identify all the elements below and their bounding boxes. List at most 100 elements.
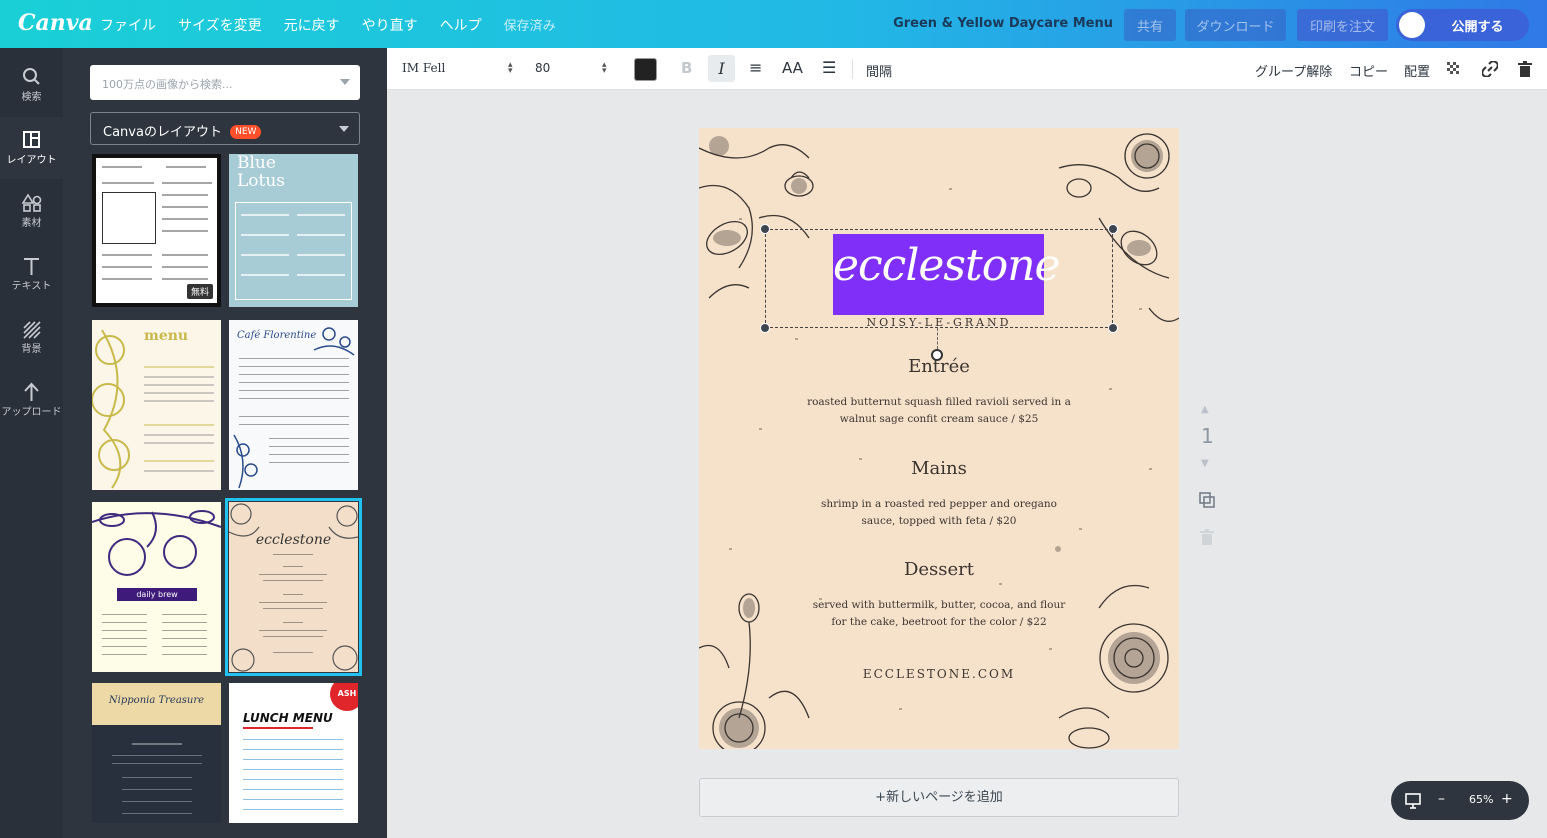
floral-illustration — [92, 329, 130, 489]
section-heading-mains[interactable]: Mains — [699, 458, 1179, 479]
layout-thumb-cafe-florentine[interactable]: Café Florentine — [229, 320, 358, 490]
text-color-swatch[interactable] — [634, 58, 657, 81]
save-status: 保存済み — [503, 19, 556, 34]
publish-button[interactable]: 公開する — [1396, 9, 1529, 41]
font-family-select[interactable]: IM Fell — [402, 61, 445, 75]
toolbar-divider — [852, 59, 853, 79]
left-rail: 検索 レイアウト 素材 テキスト 背景 アップロード — [0, 48, 63, 838]
page-up-icon[interactable]: ▲ — [1201, 404, 1209, 415]
menu-resize[interactable]: サイズを変更 — [178, 15, 262, 35]
free-badge: 無料 — [186, 284, 213, 299]
layout-thumb-daily-brew[interactable]: daily brew — [92, 502, 221, 672]
rail-text[interactable]: テキスト — [0, 243, 63, 305]
text-toolbar: IM Fell ▴ ▾ 80 ▴ ▾ B I ≡ AA ☰ 間隔 グループ解除 コピ… — [387, 48, 1547, 90]
search-placeholder: 100万点の画像から検索... — [102, 78, 233, 91]
chevron-down-icon[interactable] — [340, 79, 350, 85]
print-order-button[interactable]: 印刷を注文 — [1297, 9, 1388, 41]
delete-page-icon[interactable] — [1200, 529, 1214, 545]
thumb-title: ecclestone — [255, 532, 332, 548]
chevron-down-icon — [339, 126, 349, 132]
thumb-title: menu — [144, 328, 189, 344]
publish-label: 公開する — [1451, 19, 1504, 35]
top-bar: Canva ファイル サイズを変更 元に戻す やり直す ヘルプ 保存済み Gre… — [0, 0, 1547, 48]
layout-thumb-yellow-menu[interactable]: menu — [92, 320, 221, 490]
thumb-title: Blue Lotus — [237, 154, 286, 191]
thumb-badge: ASH — [330, 683, 358, 711]
resize-handle-top-left[interactable] — [760, 224, 770, 234]
website-text[interactable]: ECCLESTONE.COM — [699, 667, 1179, 681]
search-icon — [23, 68, 40, 85]
layout-thumb-blue-lotus[interactable]: Blue Lotus — [229, 154, 358, 307]
italic-button[interactable]: I — [708, 55, 735, 82]
menu-file[interactable]: ファイル — [100, 15, 156, 35]
rail-upload[interactable]: アップロード — [0, 369, 63, 431]
letter-case-button[interactable]: AA — [782, 59, 803, 77]
bold-button[interactable]: B — [681, 59, 692, 77]
section-desc-entree[interactable]: roasted butternut squash filled ravioli … — [804, 394, 1074, 428]
upload-icon — [24, 382, 39, 401]
zoom-out-button[interactable]: – — [1438, 791, 1445, 807]
presentation-icon[interactable] — [1405, 793, 1421, 809]
thumb-title: Café Florentine — [237, 330, 317, 341]
fruit-illustration — [92, 510, 221, 576]
size-select-arrows-icon[interactable]: ▴ ▾ — [602, 61, 607, 76]
font-size-select[interactable]: 80 — [535, 61, 550, 75]
arrange-button[interactable]: 配置 — [1404, 61, 1430, 80]
ungroup-button[interactable]: グループ解除 — [1255, 61, 1332, 80]
page-number: 1 — [1201, 424, 1214, 448]
section-heading-dessert[interactable]: Dessert — [699, 559, 1179, 580]
link-icon[interactable] — [1482, 61, 1498, 77]
layout-icon — [23, 131, 40, 148]
rail-background[interactable]: 背景 — [0, 306, 63, 368]
copy-button[interactable]: コピー — [1349, 61, 1388, 80]
selection-box — [765, 229, 1113, 328]
canva-logo[interactable]: Canva — [18, 10, 93, 36]
rail-search-label: 検索 — [21, 92, 42, 103]
add-page-button[interactable]: +新しいページを追加 — [699, 778, 1179, 817]
rail-background-label: 背景 — [21, 344, 42, 355]
page-down-icon[interactable]: ▼ — [1201, 458, 1209, 469]
publish-toggle[interactable] — [1399, 12, 1425, 38]
list-icon[interactable]: ☰ — [822, 58, 836, 77]
layout-thumb-lunch-menu[interactable]: ASH LUNCH MENU — [229, 683, 358, 823]
design-page[interactable]: ecclestone NOISY-LE-GRAND Entrée roasted… — [699, 128, 1179, 749]
image-search-input[interactable]: 100万点の画像から検索... — [90, 65, 360, 100]
rotate-handle-icon[interactable] — [931, 349, 943, 361]
align-center-icon[interactable]: ≡ — [749, 58, 762, 77]
thumb-title: LUNCH MENU — [243, 711, 333, 725]
spacing-button[interactable]: 間隔 — [866, 61, 892, 80]
font-select-arrows-icon[interactable]: ▴ ▾ — [508, 61, 513, 76]
resize-handle-top-right[interactable] — [1108, 224, 1118, 234]
rail-elements[interactable]: 素材 — [0, 180, 63, 242]
rail-search[interactable]: 検索 — [0, 54, 63, 116]
trash-icon[interactable] — [1518, 61, 1532, 77]
main-menu: ファイル サイズを変更 元に戻す やり直す ヘルプ 保存済み — [100, 15, 556, 35]
rail-elements-label: 素材 — [21, 218, 42, 229]
zoom-in-button[interactable]: + — [1501, 791, 1513, 807]
menu-help[interactable]: ヘルプ — [440, 15, 482, 35]
transparency-icon[interactable] — [1447, 62, 1461, 76]
text-icon — [24, 258, 39, 275]
background-icon — [23, 321, 41, 339]
layout-source-select[interactable]: Canvaのレイアウト NEW — [90, 112, 360, 145]
thumb-title: Nipponia Treasure — [108, 695, 205, 706]
menu-undo[interactable]: 元に戻す — [284, 15, 340, 35]
layout-thumb-ecclestone[interactable]: ecclestone — [225, 498, 362, 676]
rose-corner-bottom-right — [1058, 584, 1169, 749]
rose-illustration — [229, 503, 358, 672]
zoom-control: – 65% + — [1391, 781, 1529, 820]
share-button[interactable]: 共有 — [1124, 9, 1176, 41]
section-desc-mains[interactable]: shrimp in a roasted red pepper and orega… — [804, 496, 1074, 530]
section-desc-dessert[interactable]: served with buttermilk, butter, cocoa, a… — [811, 597, 1067, 631]
menu-redo[interactable]: やり直す — [362, 15, 418, 35]
document-title[interactable]: Green & Yellow Daycare Menu — [893, 16, 1113, 31]
download-button[interactable]: ダウンロード — [1185, 9, 1286, 41]
resize-handle-bottom-left[interactable] — [760, 323, 770, 333]
rail-upload-label: アップロード — [1, 407, 62, 418]
layout-thumb-menu-bw[interactable]: 無料 — [92, 154, 221, 307]
rail-layout[interactable]: レイアウト — [0, 117, 63, 179]
layout-thumb-nipponia[interactable]: Nipponia Treasure — [92, 683, 221, 823]
duplicate-page-icon[interactable] — [1199, 492, 1215, 508]
resize-handle-bottom-right[interactable] — [1108, 323, 1118, 333]
zoom-value[interactable]: 65% — [1469, 793, 1493, 806]
